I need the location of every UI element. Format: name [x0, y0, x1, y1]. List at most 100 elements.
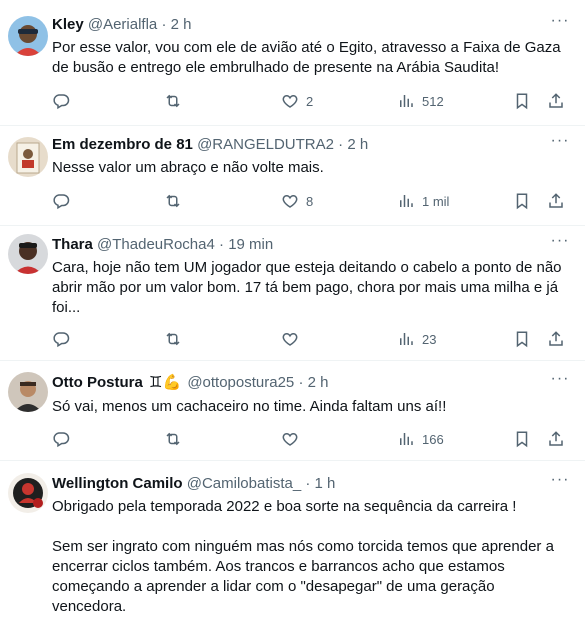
display-name[interactable]: Otto Postura	[52, 374, 143, 391]
reply-icon	[52, 92, 70, 110]
tweet-paragraph: Sem ser ingrato com ninguém mas nós como…	[52, 538, 554, 615]
retweet-button[interactable]	[164, 191, 182, 211]
separator: ·	[305, 475, 311, 492]
handle[interactable]: @Camilobatista_	[187, 475, 301, 492]
timestamp[interactable]: 1 h	[315, 475, 336, 492]
action-bar: 166	[52, 429, 572, 449]
tweet-header: Otto Postura ♊💪 @ottopostura25 · 2 h	[52, 373, 328, 393]
share-icon	[547, 330, 565, 348]
views-button[interactable]: 166	[397, 429, 444, 449]
tweet[interactable]: Em dezembro de 81 @RANGELDUTRA2 · 2 h ··…	[0, 125, 585, 226]
reply-button[interactable]	[52, 429, 70, 449]
views-icon	[397, 430, 415, 448]
bookmark-icon	[513, 92, 531, 110]
separator: ·	[219, 236, 225, 253]
views-icon	[397, 92, 415, 110]
tweet-paragraph: Nesse valor um abraço e não volte mais.	[52, 159, 324, 176]
tweet-text: Só vai, menos um cachaceiro no time. Ain…	[52, 397, 572, 417]
tweet-paragraph: Por esse valor, vou com ele de avião até…	[52, 39, 561, 76]
retweet-button[interactable]	[164, 91, 182, 111]
tweet[interactable]: Thara @ThadeuRocha4 · 19 min ··· Cara, h…	[0, 225, 585, 361]
tweet-text: Cara, hoje não tem UM jogador que esteja…	[52, 258, 572, 318]
handle[interactable]: @ottopostura25	[187, 374, 294, 391]
views-icon	[397, 330, 415, 348]
more-icon[interactable]: ···	[549, 371, 571, 392]
like-icon	[281, 430, 299, 448]
view-count: 166	[422, 431, 444, 447]
timestamp[interactable]: 2 h	[347, 136, 368, 153]
separator: ·	[298, 374, 304, 391]
tweet[interactable]: Kley @Aerialfla · 2 h ··· Por esse valor…	[0, 0, 585, 126]
bookmark-icon	[513, 192, 531, 210]
bookmark-button[interactable]	[513, 191, 531, 211]
more-icon[interactable]: ···	[549, 233, 571, 254]
display-name[interactable]: Kley	[52, 16, 84, 33]
name-emoji: ♊💪	[149, 374, 182, 391]
more-icon[interactable]: ···	[549, 472, 571, 493]
avatar[interactable]	[8, 473, 48, 513]
reply-icon	[52, 430, 70, 448]
handle[interactable]: @RANGELDUTRA2	[197, 136, 334, 153]
timestamp[interactable]: 2 h	[171, 16, 192, 33]
views-button[interactable]: 1 mil	[397, 191, 449, 211]
like-count: 2	[306, 93, 314, 109]
tweet-paragraph: Cara, hoje não tem UM jogador que esteja…	[52, 259, 562, 316]
separator: ·	[338, 136, 344, 153]
views-icon	[397, 192, 415, 210]
retweet-button[interactable]	[164, 429, 182, 449]
display-name[interactable]: Thara	[52, 236, 93, 253]
retweet-icon	[164, 192, 182, 210]
share-button[interactable]	[547, 429, 565, 449]
tweet-header: Wellington Camilo @Camilobatista_ · 1 h	[52, 474, 335, 494]
retweet-icon	[164, 430, 182, 448]
timestamp[interactable]: 2 h	[308, 374, 329, 391]
like-button[interactable]: 2	[281, 91, 313, 111]
tweet[interactable]: Otto Postura ♊💪 @ottopostura25 · 2 h ···…	[0, 360, 585, 461]
retweet-icon	[164, 92, 182, 110]
view-count: 23	[422, 331, 437, 347]
share-button[interactable]	[547, 329, 565, 349]
display-name[interactable]: Wellington Camilo	[52, 475, 183, 492]
bookmark-button[interactable]	[513, 429, 531, 449]
display-name[interactable]: Em dezembro de 81	[52, 136, 193, 153]
bookmark-button[interactable]	[513, 329, 531, 349]
views-button[interactable]: 23	[397, 329, 436, 349]
like-button[interactable]	[281, 329, 299, 349]
more-icon[interactable]: ···	[549, 13, 571, 34]
bookmark-icon	[513, 430, 531, 448]
like-count: 8	[306, 193, 314, 209]
share-icon	[547, 430, 565, 448]
reply-icon	[52, 192, 70, 210]
handle[interactable]: @ThadeuRocha4	[97, 236, 215, 253]
avatar[interactable]	[8, 234, 48, 274]
avatar[interactable]	[8, 372, 48, 412]
reply-button[interactable]	[52, 91, 70, 111]
tweet-header: Kley @Aerialfla · 2 h	[52, 15, 191, 35]
handle[interactable]: @Aerialfla	[88, 16, 157, 33]
avatar[interactable]	[8, 137, 48, 177]
like-icon	[281, 330, 299, 348]
timestamp[interactable]: 19 min	[228, 236, 273, 253]
avatar[interactable]	[8, 16, 48, 56]
retweet-button[interactable]	[164, 329, 182, 349]
reply-button[interactable]	[52, 191, 70, 211]
reply-button[interactable]	[52, 329, 70, 349]
share-button[interactable]	[547, 191, 565, 211]
share-button[interactable]	[547, 91, 565, 111]
tweet-header: Thara @ThadeuRocha4 · 19 min	[52, 235, 273, 255]
view-count: 512	[422, 93, 444, 109]
tweet-paragraph: Obrigado pela temporada 2022 e boa sorte…	[52, 498, 517, 515]
like-icon	[281, 192, 299, 210]
reply-icon	[52, 330, 70, 348]
bookmark-button[interactable]	[513, 91, 531, 111]
like-button[interactable]: 8	[281, 191, 313, 211]
action-bar: 23	[52, 329, 572, 349]
tweet-text: Obrigado pela temporada 2022 e boa sorte…	[52, 497, 572, 617]
tweet[interactable]: Wellington Camilo @Camilobatista_ · 1 h …	[0, 460, 585, 615]
views-button[interactable]: 512	[397, 91, 444, 111]
like-icon	[281, 92, 299, 110]
action-bar: 2 512	[52, 91, 572, 111]
like-button[interactable]	[281, 429, 299, 449]
separator: ·	[161, 16, 167, 33]
more-icon[interactable]: ···	[549, 133, 571, 154]
